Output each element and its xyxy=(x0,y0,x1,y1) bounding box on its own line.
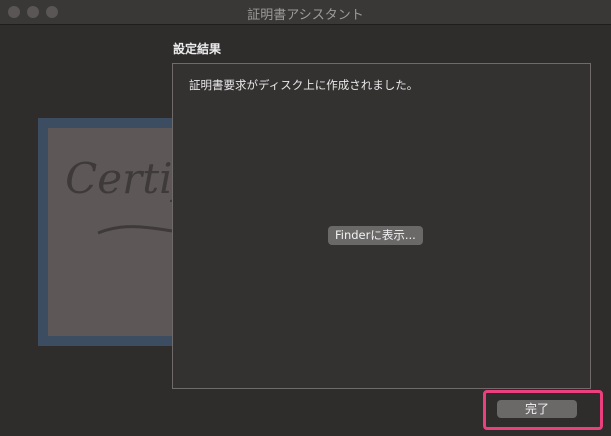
title-bar: 証明書アシスタント xyxy=(0,0,611,25)
window-title: 証明書アシスタント xyxy=(247,8,364,23)
done-button[interactable]: 完了 xyxy=(497,400,577,418)
result-heading: 設定結果 xyxy=(173,42,222,56)
show-in-finder-button[interactable]: Finderに表示... xyxy=(328,226,423,245)
result-panel: 証明書要求がディスク上に作成されました。 Finderに表示... xyxy=(172,63,591,389)
result-message: 証明書要求がディスク上に作成されました。 xyxy=(189,78,419,92)
certificate-assistant-window: 証明書アシスタント Certificate 設定結果 証明書要求がディスク上に作… xyxy=(0,0,611,436)
